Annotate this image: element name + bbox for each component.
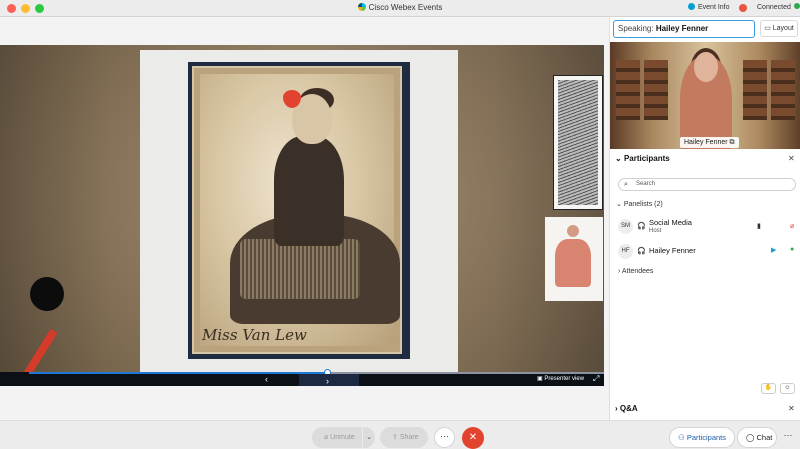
meeting-toolbar: ⌀ Unmute ⌄ ⇪ Share ··· ✕ ⚇ Participants … — [0, 420, 800, 449]
expand-icon[interactable]: ⤢ — [593, 374, 599, 384]
connected-dot-icon — [793, 3, 800, 9]
chat-tab-button[interactable]: ◯ Chat — [737, 427, 777, 448]
speaker-video: Hailey Fenner ⧉ — [610, 42, 800, 149]
pointer-ball — [30, 277, 64, 311]
chat-bubble-icon: ◯ — [746, 433, 755, 442]
panelist-name: Hailey Fenner — [649, 246, 696, 255]
panelist-name: Social Media — [649, 218, 692, 227]
raise-hand-icon[interactable]: ✋ — [761, 383, 776, 394]
chevron-right-icon[interactable]: › — [326, 376, 329, 386]
participant-search-input[interactable]: ⌕ Search — [618, 178, 796, 191]
signal-bars-icon: ▮ — [757, 223, 761, 230]
mic-icon[interactable]: ● — [790, 246, 794, 253]
audio-options-chevron-down-icon[interactable]: ⌄ — [363, 427, 375, 448]
panelist-role: Host — [649, 228, 662, 234]
more-panels-button[interactable]: ··· — [778, 427, 798, 448]
chevron-right-icon: › — [615, 404, 618, 413]
share-icon: ⇪ — [392, 434, 398, 441]
close-participants-icon[interactable]: ✕ — [788, 154, 795, 163]
connection-status: Connected — [757, 3, 800, 11]
event-info-button[interactable]: Event Info — [688, 3, 730, 11]
speaking-indicator: Speaking: Hailey Fenner — [613, 20, 755, 38]
shared-content-stage: Miss Van Lew — [0, 45, 604, 386]
progress-fill — [29, 372, 328, 374]
qa-section-header[interactable]: › Q&A — [615, 404, 638, 413]
video-name-tag: Hailey Fenner ⧉ — [680, 137, 739, 148]
side-engraving-image — [553, 75, 603, 210]
attendees-group-toggle[interactable]: › Attendees — [618, 268, 653, 275]
panelists-group-toggle[interactable]: ⌄ Panelists (2) — [616, 200, 663, 208]
mic-off-icon: ⌀ — [324, 434, 329, 441]
chevron-down-icon: ⌄ — [616, 201, 622, 208]
presenter-view-button[interactable]: ▣ Presenter view — [537, 375, 584, 382]
search-icon: ⌕ — [624, 181, 628, 188]
share-button[interactable]: ⇪ Share — [380, 427, 428, 448]
participants-tab-button[interactable]: ⚇ Participants — [669, 427, 735, 448]
right-panel: Speaking: Hailey Fenner ▭ Layout Hailey … — [609, 17, 800, 420]
person-icon: ⚇ — [678, 433, 685, 442]
chevron-left-icon[interactable]: ‹ — [265, 374, 268, 384]
share-screen-icon: ⧉ — [729, 139, 735, 146]
video-camera-icon[interactable]: ▶ — [771, 246, 776, 254]
title-bar: Cisco Webex Events Event Info Connected — [0, 0, 800, 17]
avatar: HF — [618, 244, 633, 259]
side-doll-image — [545, 217, 603, 301]
recording-indicator-icon[interactable] — [739, 4, 747, 12]
leave-meeting-button[interactable]: ✕ — [462, 427, 484, 449]
reactions-icon[interactable]: ☺ — [780, 383, 795, 394]
chevron-down-icon: ⌄ — [615, 154, 622, 163]
info-icon — [688, 3, 695, 10]
layout-button[interactable]: ▭ Layout — [760, 20, 798, 37]
headset-icon: 🎧 — [637, 223, 646, 230]
page-navigation: › — [299, 374, 359, 386]
avatar: SM — [618, 219, 633, 234]
unmute-button[interactable]: ⌀ Unmute — [312, 427, 362, 448]
chevron-right-icon: › — [618, 268, 621, 275]
presentation-control-bar: ‹ › ▣ Presenter view ⤢ — [0, 369, 604, 386]
photo-mat: Miss Van Lew — [188, 62, 410, 359]
webex-logo-icon — [357, 3, 366, 11]
close-qa-icon[interactable]: ✕ — [788, 404, 795, 413]
more-options-button[interactable]: ··· — [434, 427, 455, 448]
photo-signature: Miss Van Lew — [202, 326, 307, 344]
portrait-photo: Miss Van Lew — [192, 66, 402, 354]
headset-icon: 🎧 — [637, 248, 646, 255]
participants-section-header[interactable]: ⌄ Participants — [615, 154, 670, 163]
app-title: Cisco Webex Events — [0, 3, 800, 12]
muted-mic-icon[interactable]: ⌀ — [790, 222, 794, 230]
